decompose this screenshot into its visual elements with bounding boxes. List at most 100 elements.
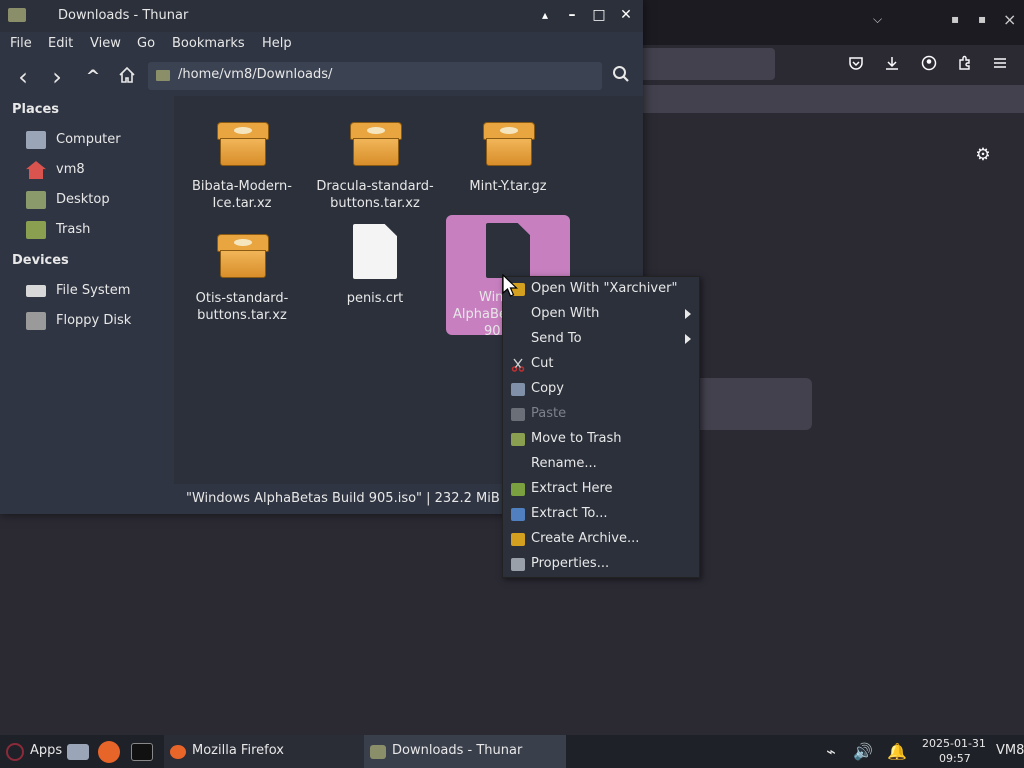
shade-button[interactable]: ▴	[536, 6, 554, 24]
properties-icon	[511, 558, 525, 571]
terminal-launcher-icon[interactable]	[131, 743, 153, 761]
menu-item-label: Open With "Xarchiver"	[531, 281, 678, 296]
task-firefox[interactable]: Mozilla Firefox	[164, 735, 364, 768]
file-name: Mint-Y.tar.gz	[469, 179, 547, 194]
file-name: Otis-standard-buttons.tar.xz	[195, 291, 289, 323]
sidebar-item-label: Computer	[56, 132, 121, 147]
menu-item-extract-here[interactable]: Extract Here	[503, 477, 699, 502]
network-icon[interactable]: ⌁	[820, 741, 842, 763]
clock-time[interactable]: 09:57	[939, 752, 971, 765]
file-item[interactable]: Mint-Y.tar.gz	[446, 104, 570, 224]
menu-item-open-with-xarchiver[interactable]: Open With "Xarchiver"	[503, 277, 699, 302]
search-icon	[613, 66, 629, 82]
file-manager-launcher-icon[interactable]	[67, 744, 89, 760]
trash-icon	[511, 433, 525, 446]
folder-icon[interactable]	[8, 8, 26, 22]
file-name: Bibata-Modern- Ice.tar.xz	[192, 179, 292, 211]
devices-header: Devices	[12, 253, 69, 268]
firefox-maximize-button[interactable]: ▪	[978, 12, 986, 26]
up-button[interactable]: ^	[82, 66, 104, 88]
file-item[interactable]: Dracula-standard-buttons.tar.xz	[313, 104, 437, 224]
volume-icon[interactable]: 🔊	[852, 741, 874, 763]
file-item[interactable]: Otis-standard-buttons.tar.xz	[180, 216, 304, 336]
desktop-icon	[26, 191, 46, 209]
firefox-minimize-button[interactable]: ▪	[951, 12, 959, 26]
firefox-icon	[170, 745, 186, 759]
vm-label: VM8	[996, 743, 1024, 758]
menu-item-cut[interactable]: Cut	[503, 352, 699, 377]
account-icon[interactable]	[920, 55, 938, 73]
firefox-url-bar[interactable]	[640, 48, 775, 80]
apps-menu-icon[interactable]	[6, 743, 24, 761]
menu-go[interactable]: Go	[137, 36, 155, 51]
cut-icon	[511, 358, 525, 372]
menu-edit[interactable]: Edit	[48, 36, 73, 51]
notification-icon[interactable]: 🔔	[886, 741, 908, 763]
close-button[interactable]: ✕	[617, 6, 635, 24]
thunar-titlebar[interactable]: Downloads - Thunar ▴ – □ ✕	[0, 0, 643, 32]
firefox-tab-strip	[640, 85, 1024, 113]
menu-item-send-to[interactable]: Send To	[503, 327, 699, 352]
sidebar-item-desktop[interactable]: Desktop	[0, 186, 172, 214]
sidebar-item-home[interactable]: vm8	[0, 156, 172, 184]
menu-item-open-with[interactable]: Open With	[503, 302, 699, 327]
menu-bookmarks[interactable]: Bookmarks	[172, 36, 245, 51]
menu-icon[interactable]	[991, 55, 1009, 73]
clock-date[interactable]: 2025-01-31	[922, 737, 986, 750]
folder-icon	[156, 70, 170, 81]
file-item[interactable]: Bibata-Modern- Ice.tar.xz	[180, 104, 304, 224]
create-archive-icon	[511, 533, 525, 546]
floppy-icon	[26, 312, 46, 330]
submenu-arrow-icon	[685, 334, 691, 344]
file-item[interactable]: penis.crt	[313, 216, 437, 336]
menu-help[interactable]: Help	[262, 36, 292, 51]
disc-image-icon	[486, 223, 530, 278]
extract-to-icon	[511, 508, 525, 521]
sidebar-item-computer[interactable]: Computer	[0, 126, 172, 154]
maximize-button[interactable]: □	[590, 6, 608, 24]
menu-item-move-to-trash[interactable]: Move to Trash	[503, 427, 699, 452]
menu-bar: File Edit View Go Bookmarks Help	[0, 32, 643, 58]
sidebar-item-floppy-disk[interactable]: Floppy Disk	[0, 307, 172, 335]
paste-icon	[511, 408, 525, 421]
gear-icon[interactable]: ⚙	[973, 145, 993, 165]
path-input[interactable]: /home/vm8/Downloads/	[148, 62, 602, 90]
search-button[interactable]	[610, 65, 632, 87]
task-label: Downloads - Thunar	[392, 743, 523, 758]
menu-item-copy[interactable]: Copy	[503, 377, 699, 402]
firefox-search-box[interactable]	[690, 378, 812, 430]
firefox-launcher-icon[interactable]	[98, 741, 120, 763]
menu-item-label: Create Archive...	[531, 531, 640, 546]
minimize-button[interactable]: –	[563, 6, 581, 24]
task-thunar[interactable]: Downloads - Thunar	[364, 735, 566, 768]
status-text: "Windows AlphaBetas Build 905.iso" | 232…	[186, 491, 500, 506]
menu-item-label: Open With	[531, 306, 600, 321]
firefox-list-tabs-button[interactable]: ⌵	[873, 12, 882, 27]
file-name: penis.crt	[346, 291, 404, 306]
drive-icon	[26, 285, 46, 297]
back-button[interactable]: ‹	[12, 65, 34, 89]
archive-icon	[483, 122, 535, 166]
menu-item-rename[interactable]: Rename...	[503, 452, 699, 477]
home-icon	[26, 161, 46, 179]
extensions-icon[interactable]	[956, 55, 974, 73]
sidebar-item-file-system[interactable]: File System	[0, 277, 172, 305]
forward-button[interactable]: ›	[46, 65, 68, 89]
home-button[interactable]	[116, 66, 138, 88]
archive-icon	[217, 234, 269, 278]
menu-view[interactable]: View	[90, 36, 121, 51]
apps-menu-button[interactable]: Apps	[30, 743, 62, 758]
menu-item-label: Paste	[531, 406, 567, 421]
menu-item-create-archive[interactable]: Create Archive...	[503, 527, 699, 552]
menu-item-extract-to[interactable]: Extract To...	[503, 502, 699, 527]
file-name: Dracula-standard-buttons.tar.xz	[316, 179, 434, 211]
taskbar: Apps Mozilla Firefox Downloads - Thunar …	[0, 735, 1024, 768]
firefox-close-button[interactable]: ×	[1003, 10, 1016, 29]
pocket-icon[interactable]	[847, 55, 865, 73]
menu-file[interactable]: File	[10, 36, 32, 51]
download-icon[interactable]	[883, 55, 901, 73]
menu-item-properties[interactable]: Properties...	[503, 552, 699, 577]
extract-here-icon	[511, 483, 525, 496]
sidebar-item-trash[interactable]: Trash	[0, 216, 172, 244]
document-icon	[353, 224, 397, 279]
